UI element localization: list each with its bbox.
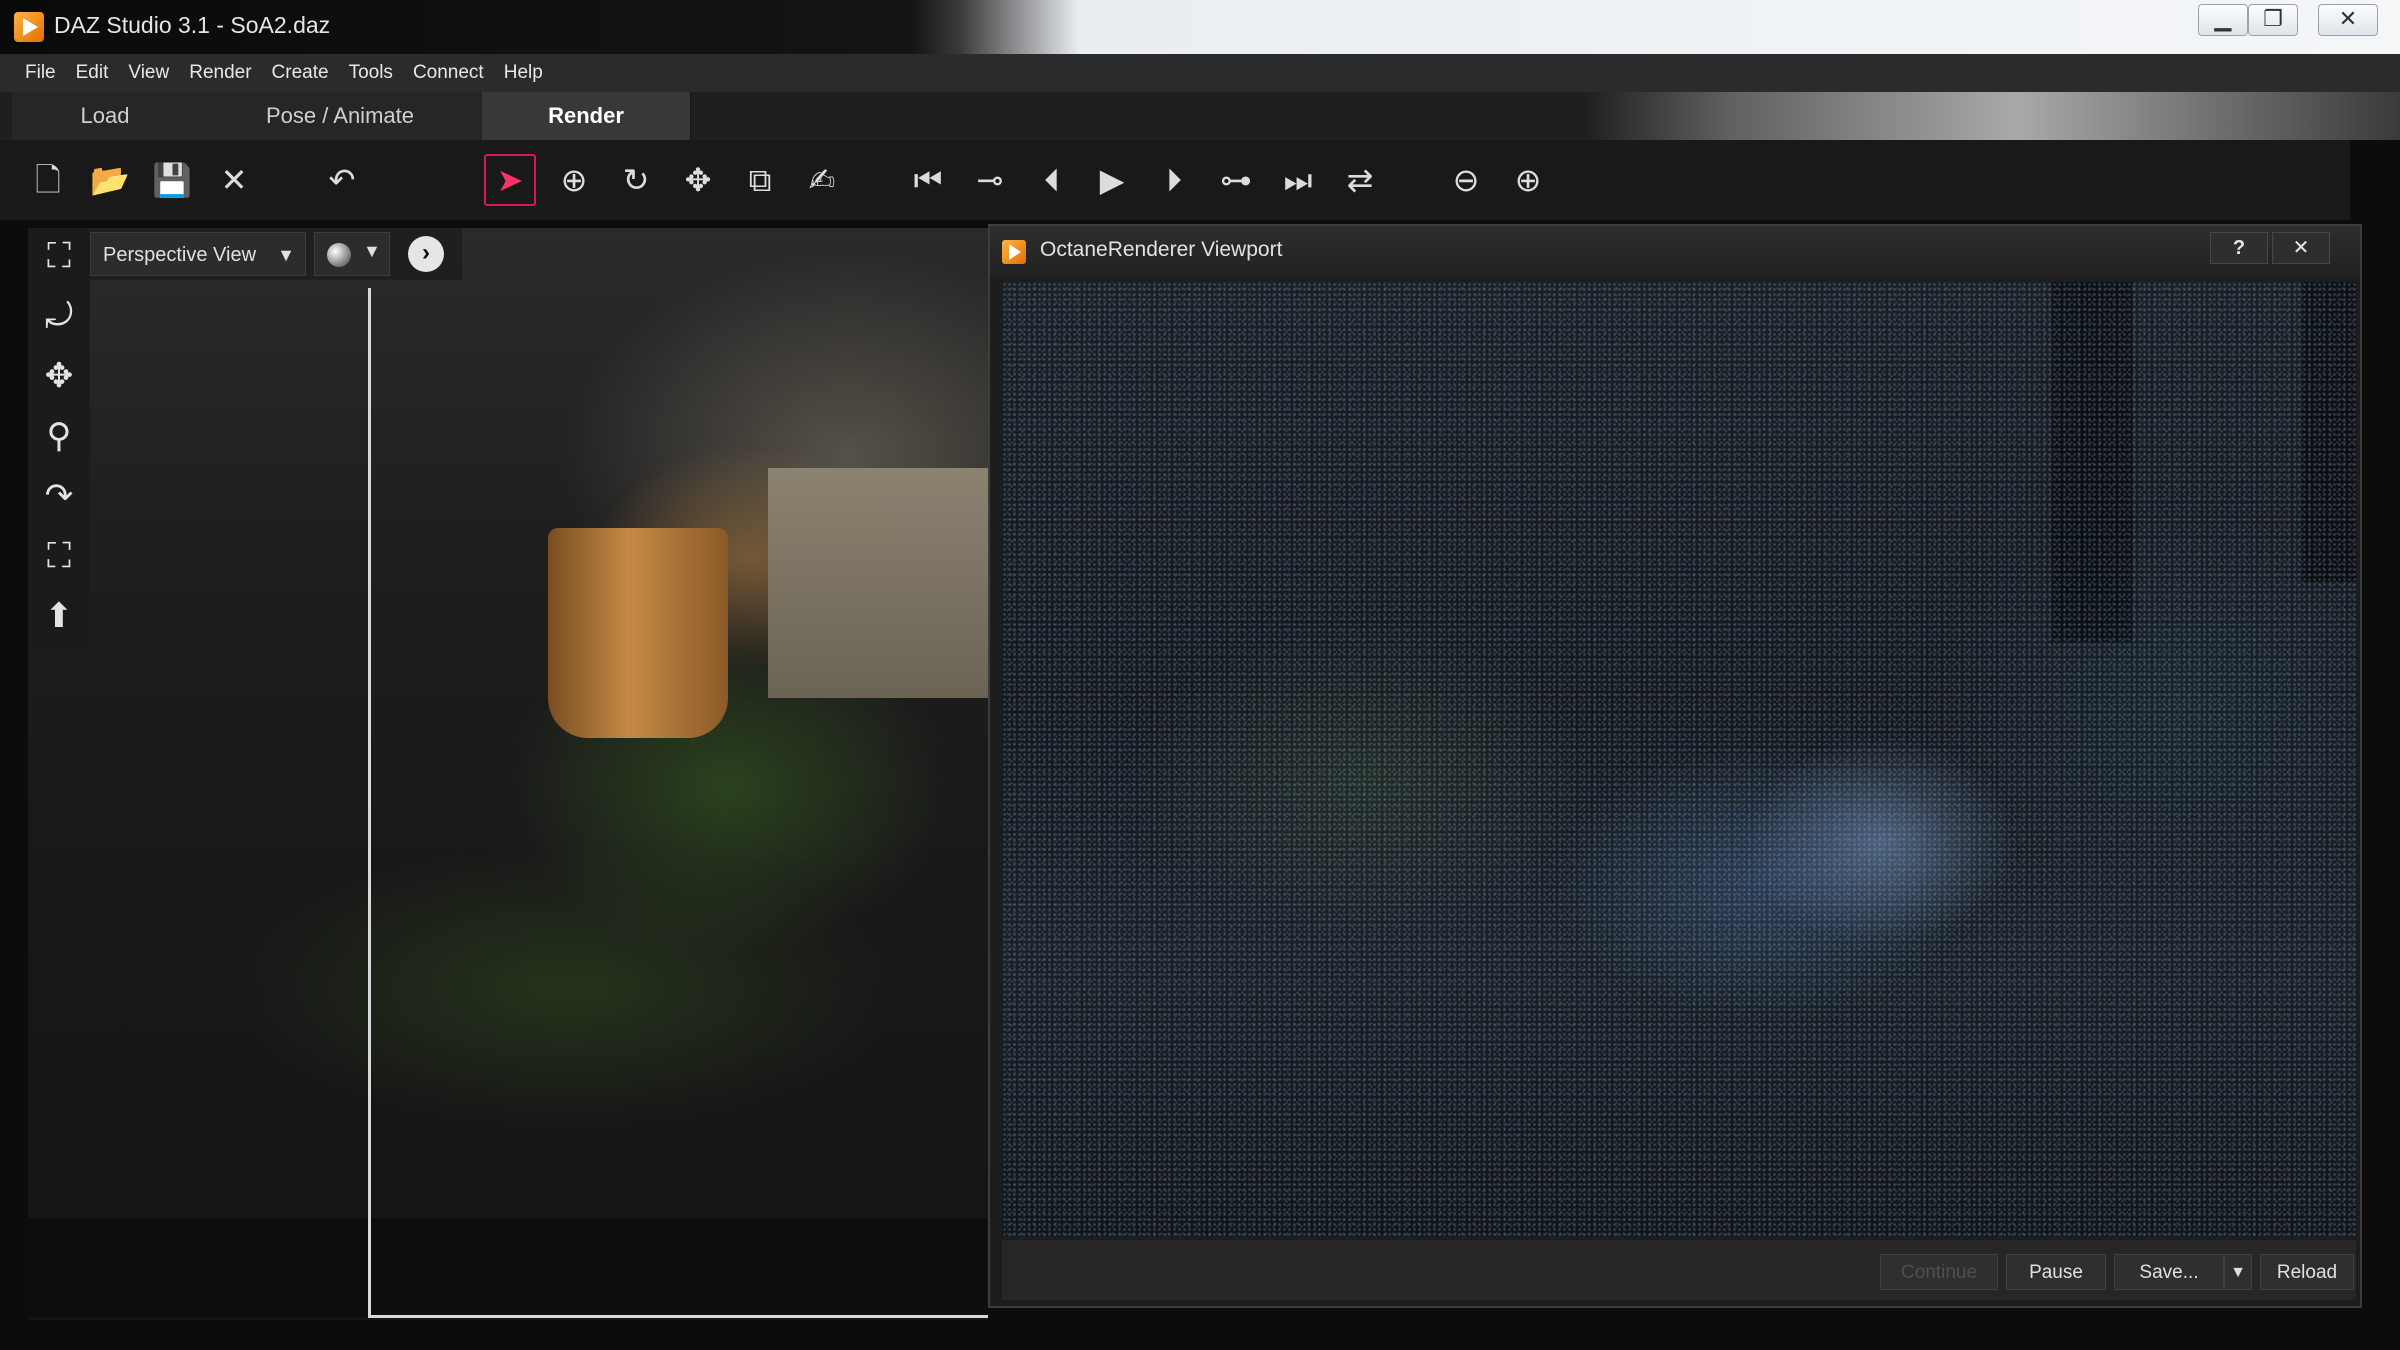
joint-editor-icon[interactable]: ✍ (796, 154, 848, 206)
tab-render[interactable]: Render (482, 92, 691, 140)
reset-view-icon[interactable]: ⬆ (33, 590, 85, 642)
chevron-down-icon: ▼ (277, 245, 295, 265)
octane-close-button[interactable]: ✕ (2272, 232, 2330, 264)
camera-icon[interactable]: ⛶ (33, 230, 85, 282)
render-noise-overlay (1002, 282, 2356, 1236)
pan-icon[interactable]: ✥ (33, 350, 85, 402)
rotate-tool-icon[interactable]: ↻ (610, 154, 662, 206)
menu-tools[interactable]: Tools (339, 54, 403, 92)
title-bar: DAZ Studio 3.1 - SoA2.daz ▁ ❐ ✕ (0, 0, 2400, 54)
universal-tool-icon[interactable]: ⊕ (548, 154, 600, 206)
go-to-start-icon[interactable]: ⏮ (902, 154, 954, 206)
save-button[interactable]: Save... (2114, 1254, 2224, 1290)
pause-button[interactable]: Pause (2006, 1254, 2106, 1290)
view-select-dropdown[interactable]: Perspective View ▼ (90, 232, 306, 276)
save-icon[interactable]: 💾 (146, 154, 198, 206)
select-arrow-icon[interactable]: ➤ (484, 154, 536, 206)
close-scene-icon[interactable]: ✕ (208, 154, 260, 206)
new-file-icon[interactable]: 🗋 (22, 154, 74, 206)
render-preview-image (1002, 282, 2356, 1236)
tab-load[interactable]: Load (12, 92, 199, 140)
previous-key-icon[interactable]: ⊸ (964, 154, 1016, 206)
arrow-right-icon[interactable]: › (408, 236, 444, 272)
viewport-controls: Perspective View ▼ ▼ › (90, 228, 462, 280)
delete-key-icon[interactable]: ⊖ (1440, 154, 1492, 206)
window-title: DAZ Studio 3.1 - SoA2.daz (54, 12, 331, 38)
frame-icon[interactable]: ⛶ (33, 530, 85, 582)
main-toolbar: 🗋 📂 💾 ✕ ↶ ➤ ⊕ ↻ ✥ ⧉ ✍ ⏮ ⊸ ⏴ ▶ ⏵ ⊶ ⏭ ⇄ ⊖ … (0, 140, 2350, 220)
octane-app-icon (1002, 240, 1026, 264)
help-button[interactable]: ? (2210, 232, 2268, 264)
menu-connect[interactable]: Connect (403, 54, 494, 92)
play-icon[interactable]: ▶ (1086, 154, 1138, 206)
continue-button[interactable]: Continue (1880, 1254, 1998, 1290)
tab-pose-animate[interactable]: Pose / Animate (198, 92, 483, 140)
menu-render[interactable]: Render (179, 54, 261, 92)
undo-icon[interactable]: ↶ (316, 154, 368, 206)
next-key-icon[interactable]: ⊶ (1210, 154, 1262, 206)
octane-title-bar: OctaneRenderer Viewport ? ✕ (990, 226, 2360, 276)
loop-icon[interactable]: ⇄ (1334, 154, 1386, 206)
daz-app-icon (14, 12, 44, 42)
chevron-down-icon: ▼ (363, 241, 381, 261)
translate-tool-icon[interactable]: ✥ (672, 154, 724, 206)
window-close-icon[interactable]: ✕ (2318, 4, 2378, 36)
menu-bar: File Edit View Render Create Tools Connect Help (0, 54, 2400, 92)
octane-render-window: OctaneRenderer Viewport ? ✕ Continue Pau… (988, 224, 2362, 1308)
menu-edit[interactable]: Edit (66, 54, 119, 92)
next-frame-icon[interactable]: ⏵ (1148, 154, 1200, 206)
add-key-icon[interactable]: ⊕ (1502, 154, 1554, 206)
chevron-down-icon[interactable]: ▼ (2224, 1254, 2252, 1290)
reload-button[interactable]: Reload (2260, 1254, 2354, 1290)
octane-button-bar: Continue Pause Save... ▼ Reload (1002, 1240, 2356, 1300)
render-frame-guide (368, 288, 988, 1318)
maximize-icon[interactable]: ❐ (2248, 4, 2298, 36)
previous-frame-icon[interactable]: ⏴ (1026, 154, 1078, 206)
menu-help[interactable]: Help (494, 54, 553, 92)
menu-file[interactable]: File (15, 54, 66, 92)
open-folder-icon[interactable]: 📂 (84, 154, 136, 206)
scale-tool-icon[interactable]: ⧉ (734, 154, 786, 206)
view-select-label: Perspective View (103, 244, 257, 266)
viewport-tool-strip: ⛶ ⤾ ✥ ⚲ ↷ ⛶ ⬆ (28, 228, 90, 652)
room-tabs: Load Pose / Animate Render (0, 92, 2400, 140)
minimize-icon[interactable]: ▁ (2198, 4, 2248, 36)
shading-sphere-icon (327, 243, 351, 267)
rotate-view-icon[interactable]: ↷ (33, 470, 85, 522)
go-to-end-icon[interactable]: ⏭ (1272, 154, 1324, 206)
menu-create[interactable]: Create (262, 54, 339, 92)
draw-style-dropdown[interactable]: ▼ (314, 232, 390, 276)
menu-view[interactable]: View (118, 54, 179, 92)
octane-window-title: OctaneRenderer Viewport (1040, 238, 1283, 261)
orbit-icon[interactable]: ⤾ (33, 290, 85, 342)
zoom-icon[interactable]: ⚲ (33, 410, 85, 462)
